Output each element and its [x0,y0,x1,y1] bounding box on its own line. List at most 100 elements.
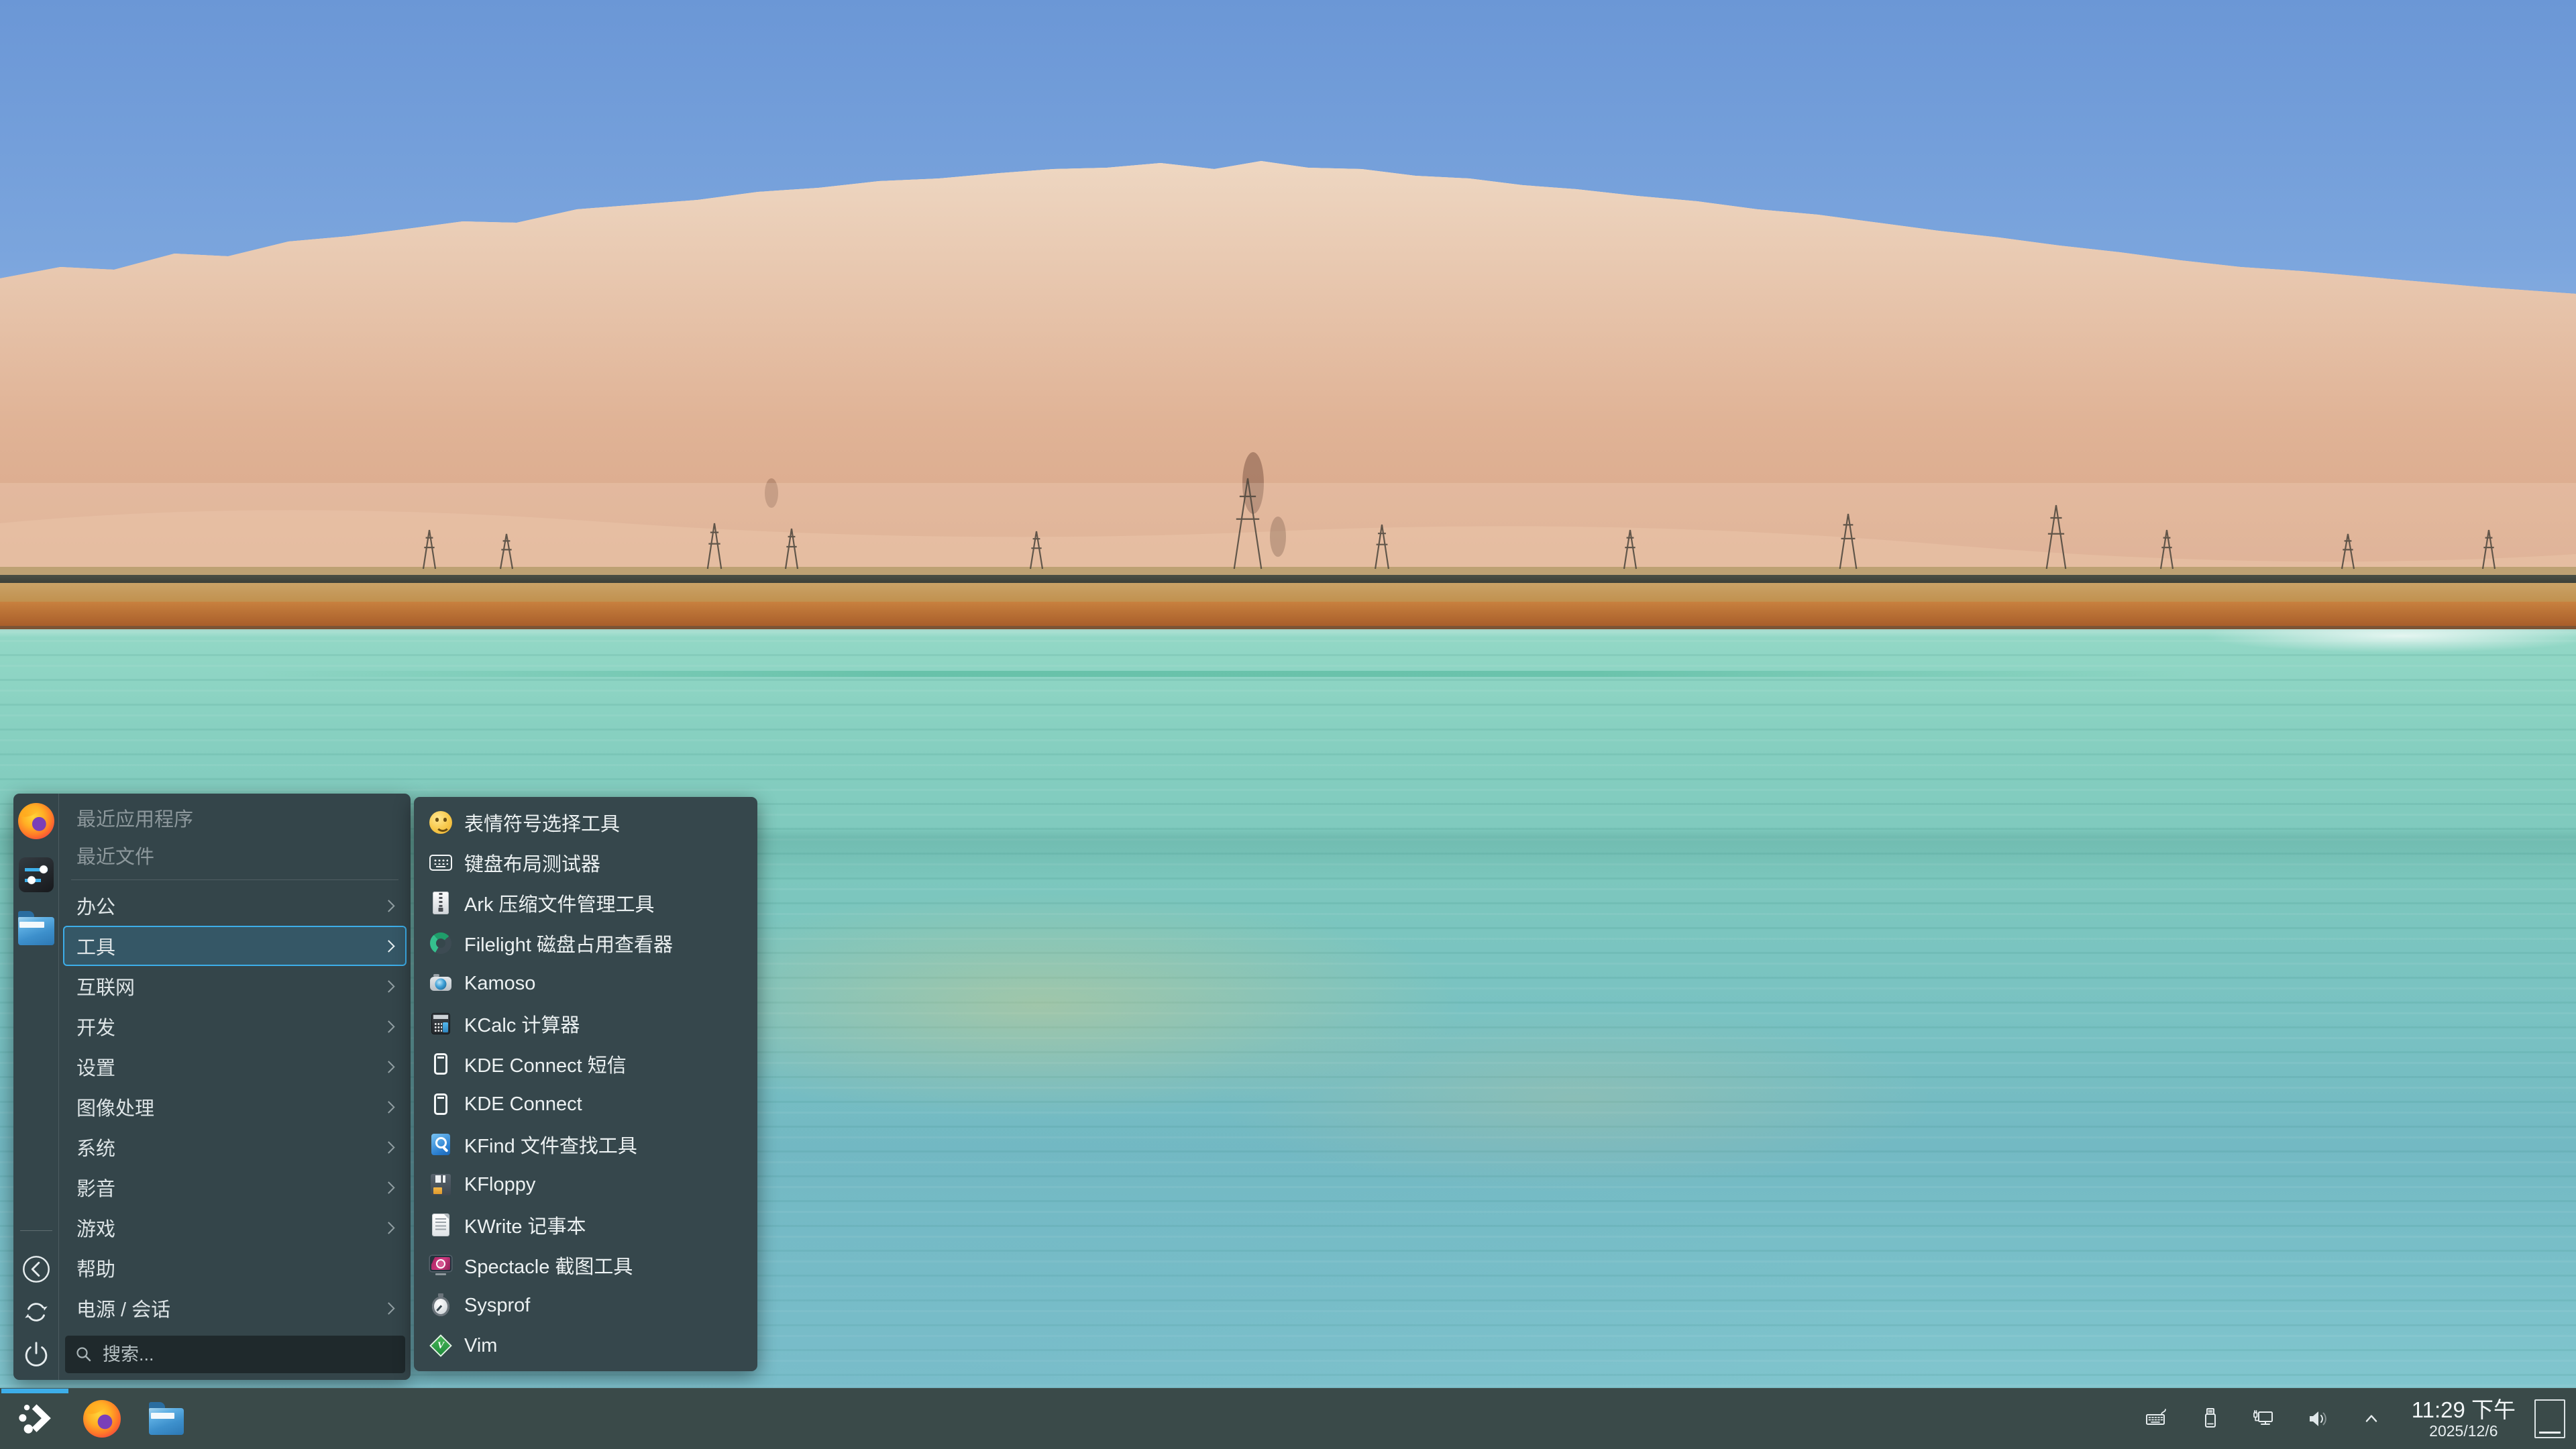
app-label: Vim [464,1335,497,1357]
keyboard-app-icon [429,851,453,875]
category-label: 帮助 [76,1254,115,1282]
submenu-arrow-icon [382,1222,394,1234]
desktop: 最近应用程序最近文件办公工具互联网开发设置图像处理系统影音游戏帮助电源 / 会话… [0,0,2576,1449]
kc-app-icon [429,1052,453,1076]
app-label: KFloppy [464,1174,535,1196]
application-menu: 最近应用程序最近文件办公工具互联网开发设置图像处理系统影音游戏帮助电源 / 会话 [13,794,411,1380]
category-item-10[interactable]: 电源 / 会话 [63,1288,407,1328]
category-item-1[interactable]: 工具 [63,926,407,966]
category-label: 设置 [76,1053,115,1081]
submenu-item-12[interactable]: Sysprof [414,1285,757,1326]
vim-app-icon [429,1334,453,1358]
category-label: 最近应用程序 [76,804,193,832]
category-list: 最近应用程序最近文件办公工具互联网开发设置图像处理系统影音游戏帮助电源 / 会话 [63,799,407,1328]
clock[interactable]: 11:29 下午 2025/12/6 [2412,1399,2516,1439]
app-label: KFind 文件查找工具 [464,1130,637,1159]
category-area: 最近应用程序最近文件办公工具互联网开发设置图像处理系统影音游戏帮助电源 / 会话 [59,794,411,1380]
submenu-item-2[interactable]: Ark 压缩文件管理工具 [414,883,757,923]
submenu-arrow-icon [382,940,394,952]
category-item-9[interactable]: 帮助 [63,1248,407,1288]
kickoff-icon [14,1398,56,1440]
favorite-firefox[interactable] [17,802,55,840]
submenu-item-8[interactable]: KFind 文件查找工具 [414,1124,757,1165]
submenu-item-13[interactable]: Vim [414,1326,757,1366]
submenu-item-3[interactable]: Filelight 磁盘占用查看器 [414,923,757,963]
category-item-4[interactable]: 设置 [63,1046,407,1087]
sysprof-app-icon [429,1293,453,1318]
category-label: 系统 [76,1133,115,1161]
app-label: 键盘布局测试器 [464,849,600,877]
clock-date: 2025/12/6 [2412,1424,2516,1439]
category-item-5[interactable]: 图像处理 [63,1087,407,1127]
taskbar-dolphin-button[interactable] [134,1389,199,1449]
submenu-item-11[interactable]: Spectacle 截图工具 [414,1245,757,1285]
firefox-icon [83,1400,121,1438]
app-label: Ark 压缩文件管理工具 [464,889,655,917]
kfloppy-app-icon [429,1173,453,1197]
taskbar: 11:29 下午 2025/12/6 [0,1388,2576,1449]
wallpaper-desert-orange-band [0,602,2576,629]
submenu-item-5[interactable]: KCalc 计算器 [414,1004,757,1044]
firefox-icon [18,803,54,839]
category-item-0[interactable]: 办公 [63,885,407,926]
favorite-dolphin[interactable] [17,910,55,947]
category-item-7[interactable]: 影音 [63,1167,407,1208]
submenu-item-7[interactable]: KDE Connect [414,1084,757,1124]
tray-display-icon[interactable] [2252,1407,2276,1431]
search-input[interactable] [101,1344,396,1366]
submenu-item-4[interactable]: Kamoso [414,963,757,1004]
submenu-arrow-icon [382,1101,394,1113]
tray-usb-icon[interactable] [2198,1407,2222,1431]
show-desktop-button[interactable] [2534,1399,2565,1438]
app-label: KDE Connect [464,1093,582,1116]
submenu-item-10[interactable]: KWrite 记事本 [414,1205,757,1245]
restart-button[interactable] [21,1297,52,1328]
wallpaper-power-towers [0,429,2576,574]
category-item-6[interactable]: 系统 [63,1127,407,1167]
submenu-arrow-icon [382,900,394,912]
category-label: 影音 [76,1173,115,1201]
submenu-arrow-icon [382,1181,394,1193]
app-launcher-button[interactable] [0,1389,70,1449]
wallpaper-road [0,575,2576,583]
favorites-strip [13,794,59,1380]
kc-app-icon [429,1092,453,1116]
submenu-arrow-icon [382,1061,394,1073]
shutdown-icon [21,1340,52,1371]
kamoso-app-icon [429,971,453,996]
search-box[interactable] [65,1336,405,1373]
app-label: Sysprof [464,1295,530,1317]
app-label: 表情符号选择工具 [464,808,620,837]
category-label: 电源 / 会话 [76,1294,170,1322]
category-item-3[interactable]: 开发 [63,1006,407,1046]
recent-section-0: 最近应用程序 [63,799,407,837]
app-label: KWrite 记事本 [464,1211,586,1239]
category-label: 工具 [76,932,115,960]
wallpaper-desert-near [0,583,2576,602]
favorite-system-settings[interactable] [17,856,55,894]
kwrite-app-icon [429,1213,453,1237]
submenu-item-6[interactable]: KDE Connect 短信 [414,1044,757,1084]
restart-icon [21,1297,52,1328]
submenu-item-1[interactable]: 键盘布局测试器 [414,843,757,883]
ark-app-icon [429,891,453,915]
category-label: 办公 [76,892,115,920]
app-label: KCalc 计算器 [464,1010,580,1038]
back-button[interactable] [21,1254,52,1285]
category-item-2[interactable]: 互联网 [63,966,407,1006]
kcalc-app-icon [429,1012,453,1036]
tray-keyboard-icon[interactable] [2145,1407,2169,1431]
submenu-arrow-icon [382,1020,394,1032]
tray-chevron-up-icon[interactable] [2359,1407,2383,1431]
category-item-8[interactable]: 游戏 [63,1208,407,1248]
tray-volume-icon[interactable] [2306,1407,2330,1431]
taskbar-firefox-button[interactable] [70,1389,134,1449]
shutdown-button[interactable] [21,1340,52,1371]
submenu-item-9[interactable]: KFloppy [414,1165,757,1205]
category-label: 游戏 [76,1214,115,1242]
submenu-arrow-icon [382,1141,394,1153]
dolphin-icon [18,917,54,945]
app-label: Filelight 磁盘占用查看器 [464,929,673,957]
submenu-item-0[interactable]: 表情符号选择工具 [414,802,757,843]
category-label: 互联网 [76,972,135,1000]
